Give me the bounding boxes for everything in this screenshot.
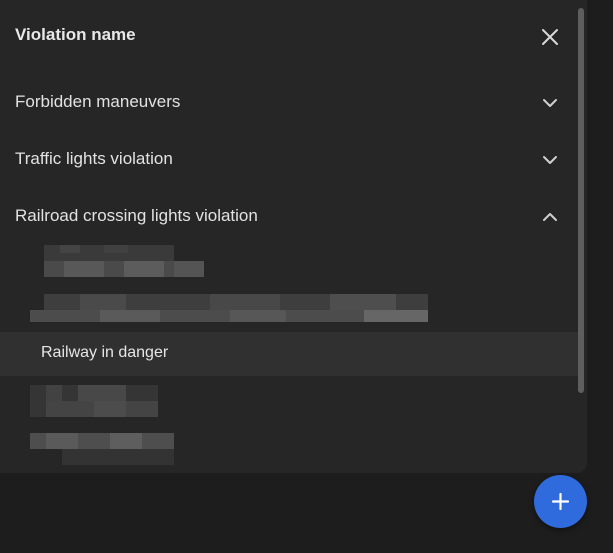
plus-icon: [551, 492, 570, 511]
group-traffic-lights-violation[interactable]: Traffic lights violation: [0, 135, 575, 183]
close-button[interactable]: [537, 24, 563, 50]
group-railroad-crossing-lights-violation[interactable]: Railroad crossing lights violation: [0, 192, 575, 240]
redacted-subitem[interactable]: [0, 380, 578, 424]
chevron-down-icon: [543, 156, 557, 164]
chevron-up-icon: [543, 213, 557, 221]
redacted-subitem[interactable]: [0, 424, 578, 468]
scrollbar[interactable]: [578, 8, 585, 393]
subitem-label: Railway in danger: [41, 344, 169, 361]
add-button[interactable]: [534, 475, 587, 528]
close-icon: [542, 29, 558, 45]
subitem-railway-in-danger[interactable]: Railway in danger: [0, 332, 578, 376]
redacted-subitem[interactable]: [0, 240, 578, 284]
group-forbidden-maneuvers[interactable]: Forbidden maneuvers: [0, 78, 575, 126]
violation-panel: Violation name Forbidden maneuvers Traff…: [0, 0, 587, 473]
redacted-subitem[interactable]: [0, 288, 578, 332]
panel-header: Violation name: [0, 0, 575, 72]
panel-title: Violation name: [15, 25, 136, 44]
group-label: Railroad crossing lights violation: [15, 206, 258, 225]
group-label: Forbidden maneuvers: [15, 92, 181, 111]
scrollbar-thumb[interactable]: [578, 8, 584, 393]
group-label: Traffic lights violation: [15, 149, 173, 168]
chevron-down-icon: [543, 99, 557, 107]
